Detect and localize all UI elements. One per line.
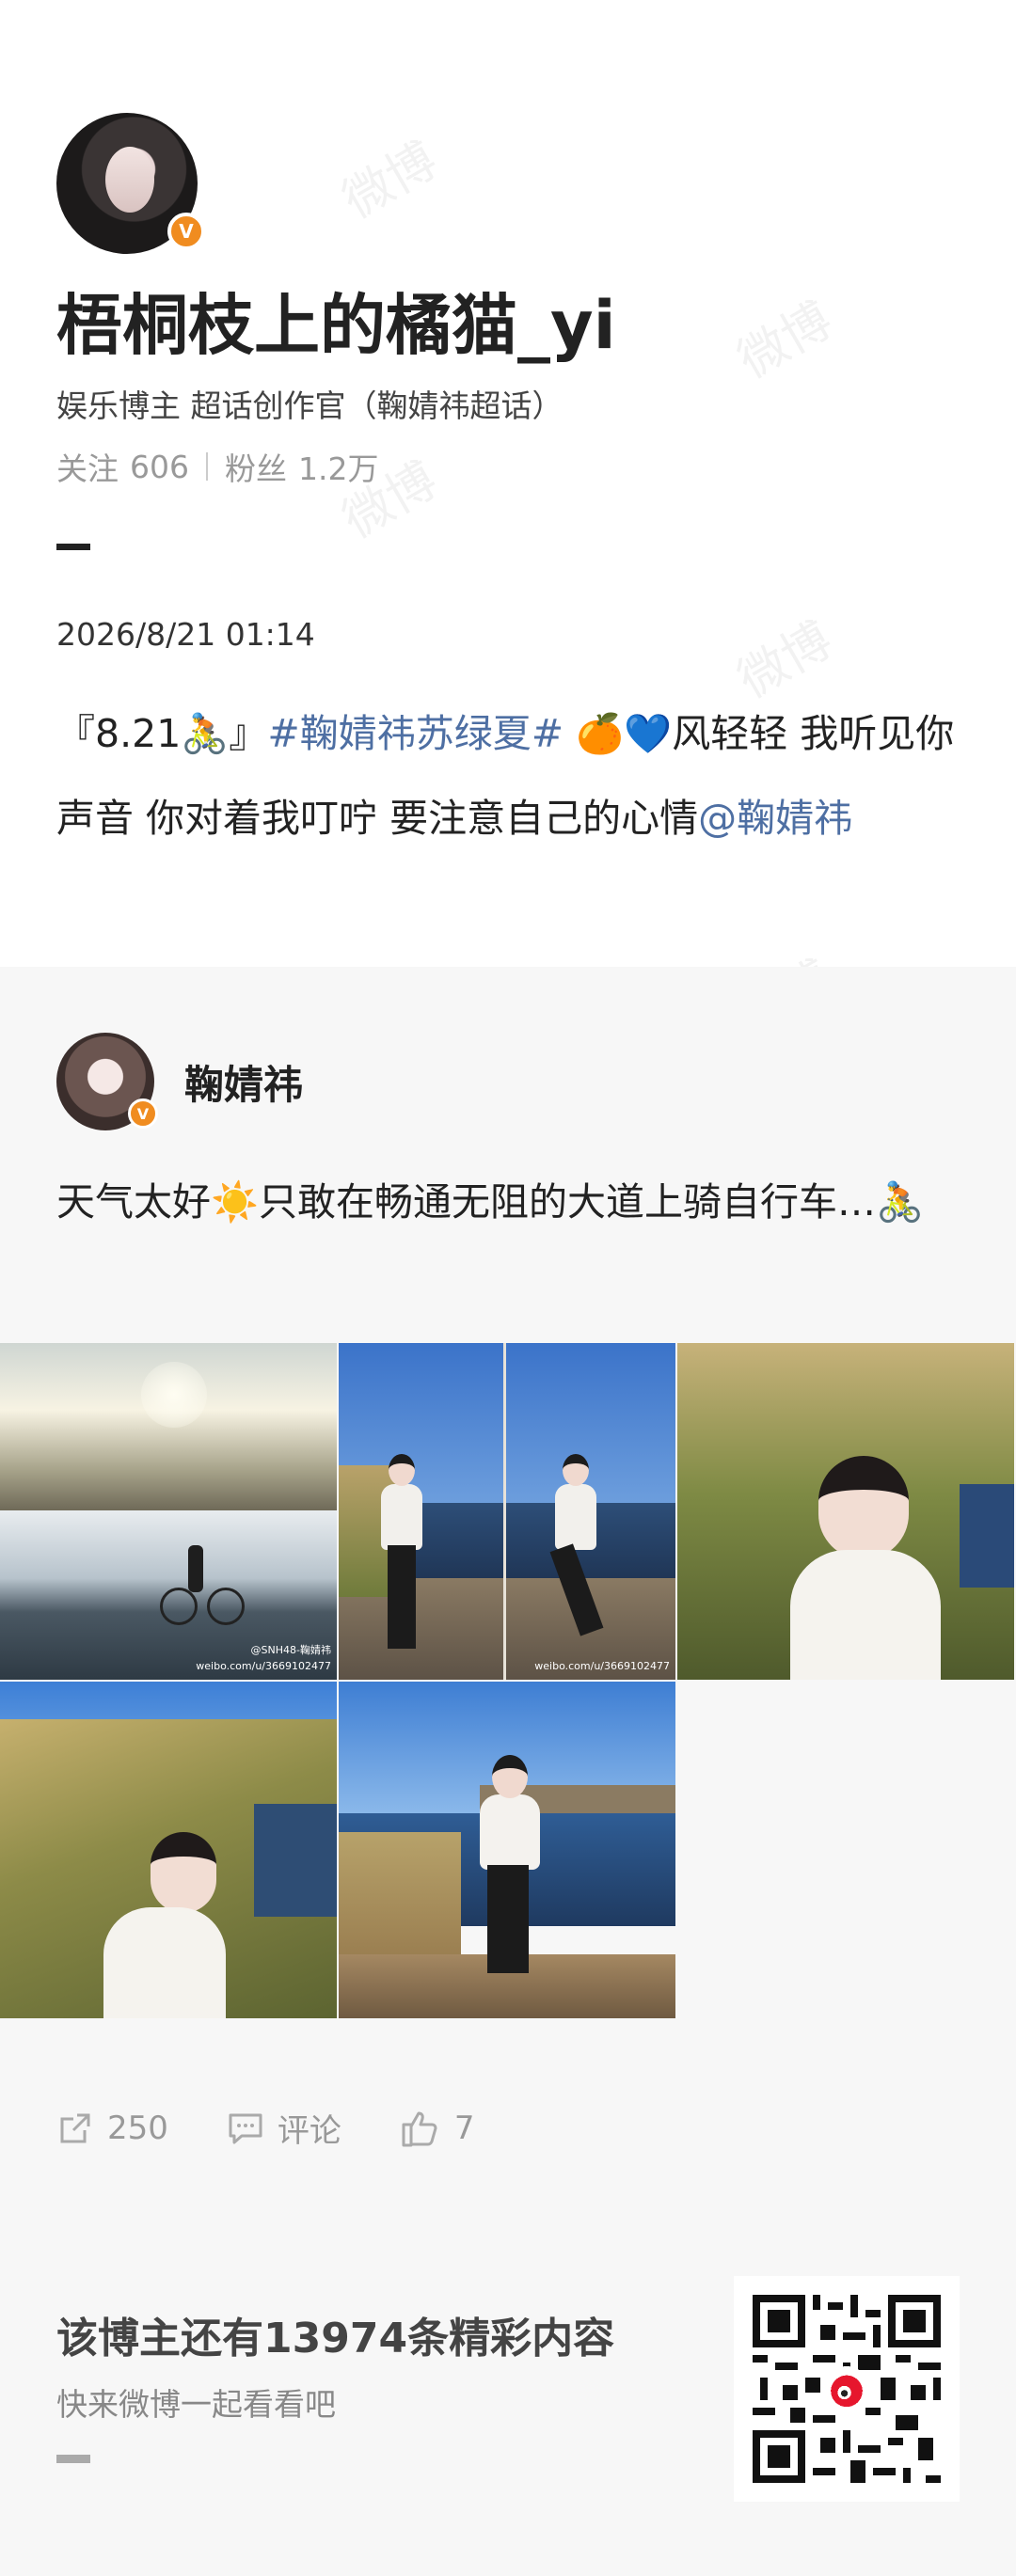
thumbs-up-icon bbox=[402, 2111, 437, 2146]
photo-5[interactable] bbox=[339, 1682, 675, 2018]
author-avatar[interactable]: V bbox=[56, 113, 205, 254]
post-text-prefix: 『8.21🚴』 bbox=[56, 711, 268, 756]
comment-label: 评论 bbox=[277, 2112, 341, 2150]
person-top bbox=[555, 1484, 596, 1550]
person-legs bbox=[487, 1865, 529, 1973]
photo-divider bbox=[503, 1343, 506, 1680]
verified-badge-icon: V bbox=[128, 1098, 158, 1129]
person-head bbox=[563, 1454, 589, 1486]
repost-button[interactable]: 250 bbox=[56, 2110, 168, 2147]
sun-glow bbox=[141, 1362, 207, 1428]
mention-link[interactable]: @鞠婧祎 bbox=[698, 796, 852, 841]
stats-divider bbox=[206, 452, 208, 481]
person-face bbox=[818, 1456, 909, 1559]
author-name[interactable]: 梧桐枝上的橘猫_yi bbox=[56, 273, 616, 368]
repost-icon bbox=[60, 2113, 90, 2142]
like-button[interactable]: 7 bbox=[400, 2108, 475, 2149]
repost-count: 250 bbox=[107, 2109, 168, 2147]
post-text: 『8.21🚴』#鞠婧祎苏绿夏# 🍊💙风轻轻 我听见你声音 你对着我叮咛 要注意自… bbox=[56, 691, 960, 861]
footer-divider bbox=[56, 2455, 90, 2463]
retweet-card[interactable]: V 鞠婧祎 天气太好☀️只敢在畅通无阻的大道上骑自行车…🚴 @SNH48-鞠婧祎… bbox=[0, 967, 1016, 2182]
image-watermark: weibo.com/u/3669102477 bbox=[196, 1660, 331, 1672]
qr-code[interactable] bbox=[734, 2276, 960, 2502]
promo-footer: 该博主还有13974条精彩内容 快来微博一起看看吧 bbox=[0, 2182, 1016, 2576]
followers-label: 粉丝 bbox=[225, 450, 287, 487]
topic-link[interactable]: #鞠婧祎苏绿夏# bbox=[267, 711, 564, 756]
lake-edge bbox=[960, 1484, 1014, 1588]
bike-wheel bbox=[160, 1588, 198, 1625]
image-watermark: weibo.com/u/3669102477 bbox=[534, 1660, 670, 1672]
weibo-share-page: 微博 微博 微博 微博 微博 微博 微博 微博 微博 V 梧桐枝上的橘猫_yi … bbox=[0, 0, 1016, 2576]
header-divider bbox=[56, 544, 90, 550]
like-count: 7 bbox=[453, 2109, 475, 2147]
person-head bbox=[492, 1755, 528, 1798]
retweet-author-avatar[interactable]: V bbox=[56, 1033, 158, 1130]
following-count: 606 bbox=[130, 448, 189, 485]
person-sweater bbox=[103, 1907, 226, 2018]
comment-icon bbox=[229, 2113, 262, 2143]
verified-badge-icon: V bbox=[167, 213, 205, 250]
person-top bbox=[480, 1794, 540, 1870]
person-top bbox=[381, 1484, 422, 1550]
followers-count: 1.2万 bbox=[298, 450, 379, 487]
action-bar: 250 评论 7 bbox=[56, 2105, 533, 2151]
bike-wheel bbox=[207, 1588, 245, 1625]
retweet-author-name[interactable]: 鞠婧祎 bbox=[184, 1053, 303, 1111]
photo-4[interactable] bbox=[0, 1682, 337, 2018]
avatar-face bbox=[105, 147, 154, 213]
watermark: 微博 bbox=[333, 132, 447, 230]
image-watermark: @SNH48-鞠婧祎 bbox=[250, 1644, 331, 1656]
person-sweater bbox=[790, 1550, 941, 1680]
author-stats: 关注 606 粉丝 1.2万 bbox=[56, 444, 378, 489]
post-date: 2026/8/21 01:14 bbox=[56, 616, 315, 653]
promo-title: 该博主还有13974条精彩内容 bbox=[56, 2315, 615, 2363]
author-subtitle: 娱乐博主 超话创作官（鞠婧祎超话） bbox=[56, 387, 564, 424]
comment-button[interactable]: 评论 bbox=[227, 2105, 341, 2151]
photo-1[interactable]: @SNH48-鞠婧祎 weibo.com/u/3669102477 bbox=[0, 1343, 337, 1680]
following-label: 关注 bbox=[56, 450, 119, 487]
photo-2[interactable]: weibo.com/u/3669102477 bbox=[339, 1343, 675, 1680]
person-face bbox=[151, 1832, 216, 1913]
retweet-text: 天气太好☀️只敢在畅通无阻的大道上骑自行车…🚴 bbox=[56, 1179, 925, 1225]
rider-silhouette bbox=[188, 1545, 203, 1592]
watermark: 微博 bbox=[728, 292, 842, 390]
promo-subtitle: 快来微博一起看看吧 bbox=[56, 2386, 336, 2423]
person-legs bbox=[388, 1545, 416, 1649]
person-head bbox=[389, 1454, 415, 1486]
lake bbox=[254, 1804, 337, 1917]
qr-code-icon bbox=[753, 2295, 941, 2483]
photo-3[interactable] bbox=[677, 1343, 1014, 1680]
